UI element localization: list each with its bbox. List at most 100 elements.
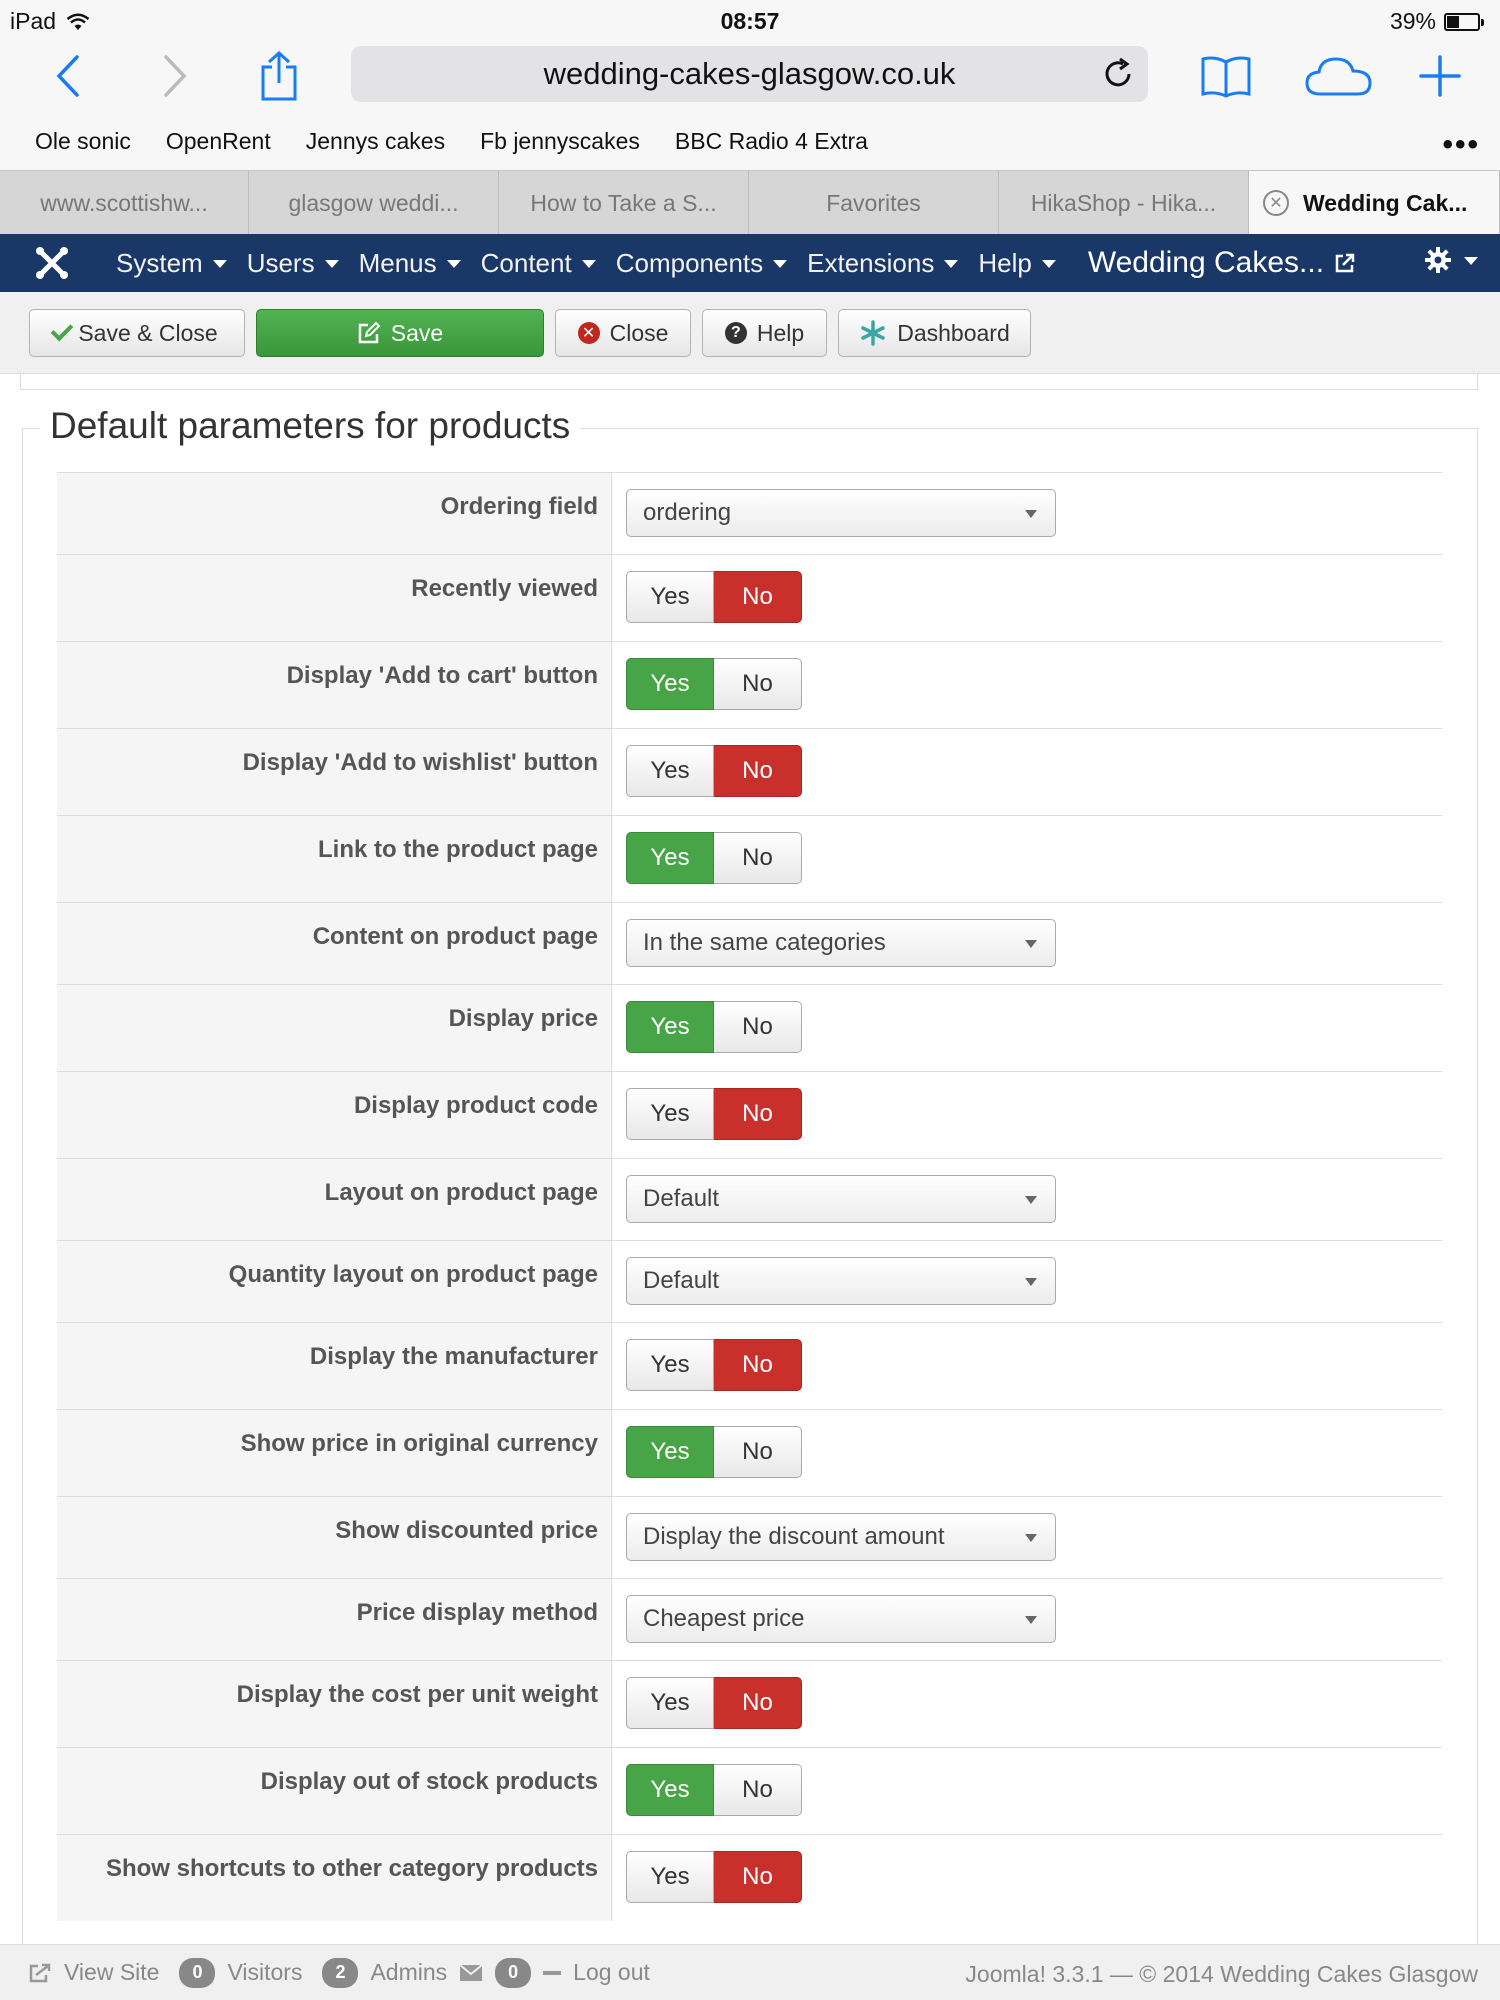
menu-system[interactable]: System xyxy=(116,248,227,279)
bookmark-item[interactable]: BBC Radio 4 Extra xyxy=(675,128,868,155)
dropdown-select[interactable]: ordering xyxy=(626,489,1056,537)
toggle-yes-button[interactable]: Yes xyxy=(626,571,714,623)
dropdown-select[interactable]: Default xyxy=(626,1175,1056,1223)
ios-status-bar: iPad 08:57 39% xyxy=(0,0,1500,40)
close-tab-icon[interactable]: ✕ xyxy=(1263,190,1289,216)
dashboard-button[interactable]: Dashboard xyxy=(838,309,1031,357)
yes-no-toggle: Yes No xyxy=(626,658,802,710)
address-bar[interactable]: wedding-cakes-glasgow.co.uk xyxy=(351,46,1148,102)
browser-tab[interactable]: glasgow weddi... xyxy=(249,171,499,235)
setting-label: Display product code xyxy=(57,1072,612,1158)
dropdown-value: Display the discount amount xyxy=(643,1523,945,1550)
dropdown-value: Default xyxy=(643,1185,720,1212)
envelope-icon[interactable] xyxy=(459,1963,483,1982)
icloud-tabs-icon[interactable] xyxy=(1302,46,1376,106)
more-bookmarks-icon[interactable]: ••• xyxy=(1442,128,1480,162)
toggle-no-button[interactable]: No xyxy=(714,745,802,797)
url-text: wedding-cakes-glasgow.co.uk xyxy=(543,56,956,91)
toggle-yes-button[interactable]: Yes xyxy=(626,1764,714,1816)
toggle-no-button[interactable]: No xyxy=(714,1088,802,1140)
messages-badge: 0 xyxy=(495,1957,532,1988)
dropdown-select[interactable]: Display the discount amount xyxy=(626,1513,1056,1561)
close-button[interactable]: ✕ Close xyxy=(555,309,691,357)
admins-label: Admins xyxy=(370,1959,448,1985)
toggle-yes-button[interactable]: Yes xyxy=(626,1851,714,1903)
menu-users[interactable]: Users xyxy=(247,248,339,279)
toggle-no-button[interactable]: No xyxy=(714,1001,802,1053)
site-name: Wedding Cakes... xyxy=(1087,246,1325,279)
yes-no-toggle: Yes No xyxy=(626,1851,802,1903)
toggle-yes-button[interactable]: Yes xyxy=(626,1001,714,1053)
browser-tab[interactable]: HikaShop - Hika... xyxy=(999,171,1249,235)
reload-icon[interactable] xyxy=(1100,56,1136,92)
bookmark-item[interactable]: Ole sonic xyxy=(35,128,131,155)
toggle-no-button[interactable]: No xyxy=(714,1677,802,1729)
browser-tab[interactable]: Favorites xyxy=(749,171,999,235)
dropdown-arrow-icon xyxy=(1025,1616,1037,1624)
setting-label: Quantity layout on product page xyxy=(57,1241,612,1322)
yes-no-toggle: Yes No xyxy=(626,1088,802,1140)
back-icon[interactable] xyxy=(38,46,98,106)
menu-menus[interactable]: Menus xyxy=(359,248,461,279)
caret-down-icon xyxy=(324,260,339,268)
menu-components[interactable]: Components xyxy=(616,248,788,279)
toggle-yes-button[interactable]: Yes xyxy=(626,1339,714,1391)
toggle-yes-button[interactable]: Yes xyxy=(626,1088,714,1140)
view-site-link[interactable]: View Site xyxy=(64,1959,159,1986)
setting-control: Yes No xyxy=(613,816,1442,902)
toggle-no-button[interactable]: No xyxy=(714,658,802,710)
toggle-yes-button[interactable]: Yes xyxy=(626,658,714,710)
save-close-button[interactable]: Save & Close xyxy=(29,309,245,357)
menu-content[interactable]: Content xyxy=(481,248,596,279)
yes-no-toggle: Yes No xyxy=(626,571,802,623)
dropdown-select[interactable]: Cheapest price xyxy=(626,1595,1056,1643)
toggle-yes-button[interactable]: Yes xyxy=(626,1426,714,1478)
battery-percent: 39% xyxy=(1389,8,1436,34)
yes-no-toggle: Yes No xyxy=(626,1764,802,1816)
yes-no-toggle: Yes No xyxy=(626,745,802,797)
toggle-no-button[interactable]: No xyxy=(714,571,802,623)
dropdown-select[interactable]: In the same categories xyxy=(626,919,1056,967)
toggle-yes-button[interactable]: Yes xyxy=(626,1677,714,1729)
toggle-no-button[interactable]: No xyxy=(714,1851,802,1903)
user-settings-menu[interactable] xyxy=(1424,246,1478,274)
setting-row: Link to the product page Yes No xyxy=(57,815,1442,902)
toggle-no-button[interactable]: No xyxy=(714,1426,802,1478)
minus-icon xyxy=(543,1970,562,1975)
save-button[interactable]: Save xyxy=(256,309,544,357)
menu-label: Help xyxy=(978,247,1032,278)
share-icon[interactable] xyxy=(249,46,309,106)
help-button[interactable]: ? Help xyxy=(702,309,827,357)
setting-row: Show shortcuts to other category product… xyxy=(57,1834,1442,1921)
bookmark-item[interactable]: OpenRent xyxy=(166,128,271,155)
view-site-icon xyxy=(29,1963,51,1982)
toggle-yes-button[interactable]: Yes xyxy=(626,832,714,884)
menu-extensions[interactable]: Extensions xyxy=(807,248,959,279)
toggle-no-button[interactable]: No xyxy=(714,1339,802,1391)
toggle-no-button[interactable]: No xyxy=(714,832,802,884)
menu-help[interactable]: Help xyxy=(978,247,1056,279)
dropdown-value: In the same categories xyxy=(643,929,886,956)
setting-row: Display 'Add to cart' button Yes No xyxy=(57,641,1442,728)
new-tab-icon[interactable] xyxy=(1410,46,1470,106)
browser-tabs: www.scottishw... glasgow weddi... How to… xyxy=(0,170,1500,235)
dropdown-arrow-icon xyxy=(1025,1534,1037,1542)
bookmark-item[interactable]: Fb jennyscakes xyxy=(480,128,640,155)
dropdown-arrow-icon xyxy=(1025,1278,1037,1286)
setting-label: Price display method xyxy=(57,1579,612,1660)
logout-link[interactable]: Log out xyxy=(573,1959,650,1986)
toggle-yes-button[interactable]: Yes xyxy=(626,745,714,797)
browser-tab[interactable]: How to Take a S... xyxy=(499,171,749,235)
site-name-link[interactable]: Wedding Cakes... xyxy=(1088,246,1356,280)
dropdown-select[interactable]: Default xyxy=(626,1257,1056,1305)
browser-tab[interactable]: www.scottishw... xyxy=(0,171,249,235)
action-toolbar: Save & Close Save ✕ Close ? Help Dashboa… xyxy=(0,292,1500,374)
browser-tab-active[interactable]: ✕ Wedding Cak... xyxy=(1249,171,1500,235)
bookmark-item[interactable]: Jennys cakes xyxy=(306,128,445,155)
forward-icon[interactable] xyxy=(145,46,205,106)
bookmarks-book-icon[interactable] xyxy=(1196,46,1256,106)
battery-icon xyxy=(1444,12,1484,31)
joomla-logo-icon[interactable] xyxy=(34,234,96,292)
setting-label: Display the manufacturer xyxy=(57,1323,612,1409)
toggle-no-button[interactable]: No xyxy=(714,1764,802,1816)
